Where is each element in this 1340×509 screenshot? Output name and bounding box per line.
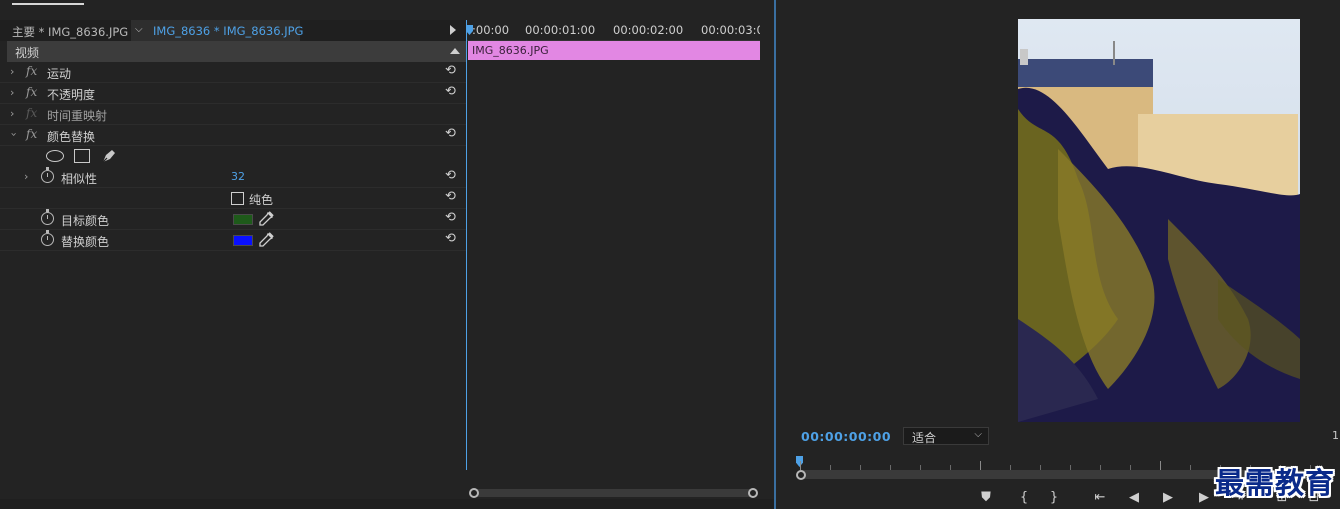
effect-controls-footer — [0, 499, 774, 509]
rectangle-mask-icon[interactable] — [74, 149, 90, 163]
go-to-in-icon[interactable]: ⇤ — [1092, 490, 1108, 506]
video-section-label: 视频 — [15, 46, 40, 60]
param-name: 目标颜色 — [61, 214, 110, 228]
ellipse-mask-icon[interactable] — [46, 150, 64, 162]
clip-bar[interactable]: IMG_8636.JPG — [468, 41, 760, 60]
pen-mask-icon[interactable] — [100, 147, 118, 165]
mark-in-icon[interactable]: { — [1016, 490, 1032, 506]
effect-name: 时间重映射 — [47, 109, 108, 123]
play-icon[interactable]: ▶ — [1160, 490, 1176, 506]
param-row-replace-color: 替换颜色 ⟲ — [0, 230, 466, 251]
collapse-chevron-icon[interactable]: › — [8, 132, 21, 136]
playhead-line — [466, 20, 467, 470]
zoom-fit-label: 适合 — [912, 431, 937, 445]
effect-name: 颜色替换 — [47, 130, 96, 144]
source-sequence-tab[interactable]: 主要 * IMG_8636.JPG — [12, 24, 128, 40]
chevron-down-icon: ⌵ — [135, 24, 143, 35]
watermark-text: 最需教育 — [1215, 466, 1336, 500]
reset-icon[interactable]: ⟲ — [445, 63, 456, 78]
active-panel-tab-indicator[interactable] — [12, 3, 84, 5]
playhead-timecode[interactable]: 00:00:00:00 — [801, 429, 891, 444]
fx-icon[interactable]: fx — [26, 64, 37, 78]
reset-icon[interactable]: ⟲ — [445, 189, 456, 204]
monitor-ruler-tick — [1160, 461, 1161, 470]
program-monitor-panel: 00:00:00:00 适合 ⌵ 1 ⛊ { } ⇤ ◀︎ ▶ ▶ ⇥ ⊞ ⊟ … — [778, 0, 1340, 509]
expand-chevron-icon[interactable]: › — [10, 86, 14, 99]
param-name: 相似性 — [61, 172, 98, 186]
effect-name: 运动 — [47, 67, 72, 81]
monitor-timecode-bar: 00:00:00:00 适合 ⌵ 1 — [778, 422, 1340, 450]
effect-name: 不透明度 — [47, 88, 96, 102]
reset-icon[interactable]: ⟲ — [445, 168, 456, 183]
clip-selector-dropdown[interactable]: ⌵ IMG_8636 * IMG_8636.JPG — [131, 20, 304, 41]
monitor-viewport[interactable] — [778, 0, 1340, 422]
eyedropper-icon[interactable] — [258, 232, 274, 248]
clip-bar-label: IMG_8636.JPG — [472, 44, 549, 57]
effect-controls-timeline[interactable]: :00:00 00:00:01:00 00:00:02:00 00:00:03:… — [466, 20, 760, 499]
step-forward-icon[interactable]: ▶ — [1196, 490, 1212, 506]
show-timeline-arrow-icon[interactable] — [450, 25, 456, 35]
step-back-icon[interactable]: ◀︎ — [1126, 490, 1142, 506]
fx-icon[interactable]: fx — [26, 127, 37, 141]
similarity-value[interactable]: 32 — [231, 170, 245, 183]
effect-controls-panel: 主要 * IMG_8636.JPG ⌵ IMG_8636 * IMG_8636.… — [0, 0, 776, 509]
mask-tools-row — [0, 146, 466, 167]
add-marker-icon[interactable]: ⛊ — [978, 490, 994, 506]
effect-controls-tab-bar: 主要 * IMG_8636.JPG ⌵ IMG_8636 * IMG_8636.… — [0, 20, 466, 41]
expand-chevron-icon[interactable]: › — [10, 65, 14, 78]
mark-out-icon[interactable]: } — [1046, 490, 1062, 506]
stopwatch-icon[interactable] — [41, 230, 54, 246]
replace-color-swatch[interactable] — [233, 235, 253, 246]
target-color-swatch[interactable] — [233, 214, 253, 225]
monitor-ruler-tick — [980, 461, 981, 470]
expand-chevron-icon[interactable]: › — [10, 107, 14, 120]
expand-chevron-icon[interactable]: › — [24, 170, 28, 183]
ruler-tick-label: 00:00:02:00 — [613, 23, 684, 37]
clip-selector-label: IMG_8636 * IMG_8636.JPG — [153, 24, 304, 38]
ruler-tick-label: 00:00:01:00 — [525, 23, 596, 37]
reset-icon[interactable]: ⟲ — [445, 231, 456, 246]
ruler-tick-label: :00:00 — [472, 23, 510, 37]
fx-icon[interactable]: fx — [26, 85, 37, 99]
monitor-zoom-handle[interactable] — [796, 470, 806, 480]
zoom-fit-select[interactable]: 适合 ⌵ — [903, 427, 989, 445]
effect-row-time-remap[interactable]: › fx 时间重映射 — [0, 104, 466, 125]
eyedropper-icon[interactable] — [258, 211, 274, 227]
stopwatch-icon[interactable] — [41, 167, 54, 183]
param-name: 替换颜色 — [61, 235, 110, 249]
effect-row-color-replace[interactable]: › fx 颜色替换 ⟲ — [0, 125, 466, 146]
solid-color-label: 纯色 — [249, 193, 274, 207]
zoom-handle-right[interactable] — [748, 488, 758, 498]
solid-color-checkbox[interactable] — [231, 192, 244, 205]
collapse-up-icon[interactable] — [450, 48, 460, 54]
reset-icon[interactable]: ⟲ — [445, 210, 456, 225]
param-row-similarity: › 相似性 32 ⟲ — [0, 167, 466, 188]
zoom-handle-left[interactable] — [469, 488, 479, 498]
ruler-tick-label: 00:00:03:00 — [701, 23, 760, 37]
effect-row-opacity[interactable]: › fx 不透明度 ⟲ — [0, 83, 466, 104]
video-frame — [1018, 19, 1300, 422]
resolution-select-partial[interactable]: 1 — [1332, 429, 1339, 442]
param-row-target-color: 目标颜色 ⟲ — [0, 209, 466, 230]
chevron-down-icon: ⌵ — [974, 429, 982, 440]
reset-icon[interactable]: ⟲ — [445, 84, 456, 99]
monitor-ruler-tick — [800, 461, 801, 470]
param-row-solid-color: 纯色 ⟲ — [0, 188, 466, 209]
time-ruler[interactable]: :00:00 00:00:01:00 00:00:02:00 00:00:03:… — [466, 20, 760, 41]
fx-icon: fx — [26, 106, 38, 120]
stopwatch-icon[interactable] — [41, 209, 54, 225]
timeline-zoom-scrollbar[interactable] — [473, 489, 755, 497]
effect-properties-list: 视频 › fx 运动 ⟲ › fx 不透明度 ⟲ › fx 时间重映射 › fx… — [0, 41, 466, 499]
reset-icon[interactable]: ⟲ — [445, 126, 456, 141]
effect-row-motion[interactable]: › fx 运动 ⟲ — [0, 62, 466, 83]
video-section-header[interactable]: 视频 — [7, 41, 466, 62]
